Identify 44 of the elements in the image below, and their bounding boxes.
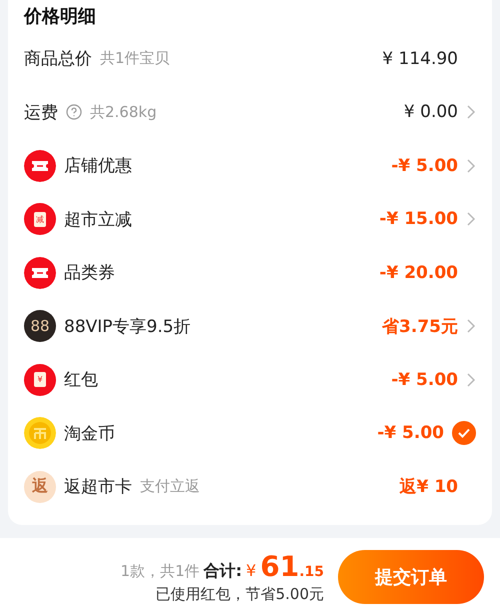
help-icon[interactable]	[66, 104, 82, 120]
row-label: 品类券	[64, 262, 115, 284]
total-amount: 61	[260, 550, 300, 583]
row-amount: 省3.75元	[382, 316, 458, 338]
section-title: 价格明细	[24, 5, 97, 29]
chevron-icon[interactable]	[466, 318, 476, 334]
row-label: 返超市卡	[64, 476, 132, 498]
row-note: 共1件宝贝	[100, 49, 170, 68]
coin-icon	[24, 417, 56, 450]
discount-icon: 减	[24, 203, 56, 236]
chevron-icon[interactable]	[466, 372, 476, 388]
row-label: 运费	[24, 102, 58, 124]
row-amount: ¥ 0.00	[404, 102, 458, 122]
row-amount: -¥ 5.00	[377, 423, 444, 444]
row-amount: -¥ 5.00	[391, 156, 458, 176]
rebate-icon: 返	[24, 470, 56, 503]
row-amount: 返¥ 10	[400, 476, 458, 498]
row-note: 共2.68kg	[90, 102, 157, 122]
row-label: 店铺优惠	[64, 155, 132, 178]
item-count: 1款，共1件	[120, 562, 200, 581]
chevron-icon[interactable]	[466, 158, 476, 174]
row-amount: ¥ 114.90	[382, 48, 458, 69]
check-icon	[458, 428, 470, 438]
submit-order-button[interactable]: 提交订单	[338, 550, 484, 604]
row-label: 超市立减	[64, 208, 132, 231]
ticket-icon	[24, 256, 56, 289]
total-cents: .15	[299, 564, 324, 580]
total-label: 合计:	[204, 561, 242, 582]
row-amount: -¥ 20.00	[379, 262, 458, 283]
row-amount: -¥ 5.00	[391, 370, 458, 390]
envelope-icon: ¥	[24, 364, 56, 396]
vip-icon: 88	[24, 310, 56, 342]
row-label: 淘金币	[64, 422, 115, 445]
row-label: 商品总价	[24, 48, 92, 70]
checkbox[interactable]	[452, 421, 476, 446]
saving-note: 已使用红包，节省5.00元	[156, 585, 324, 604]
row-note: 支付立返	[140, 477, 200, 496]
row-amount: -¥ 15.00	[379, 209, 458, 230]
chevron-icon[interactable]	[466, 211, 476, 228]
row-label: 88VIP专享9.5折	[64, 316, 191, 338]
ticket-icon	[24, 150, 56, 182]
chevron-icon[interactable]	[466, 104, 476, 120]
currency-sign: ¥	[246, 561, 256, 580]
row-label: 红包	[64, 369, 98, 392]
